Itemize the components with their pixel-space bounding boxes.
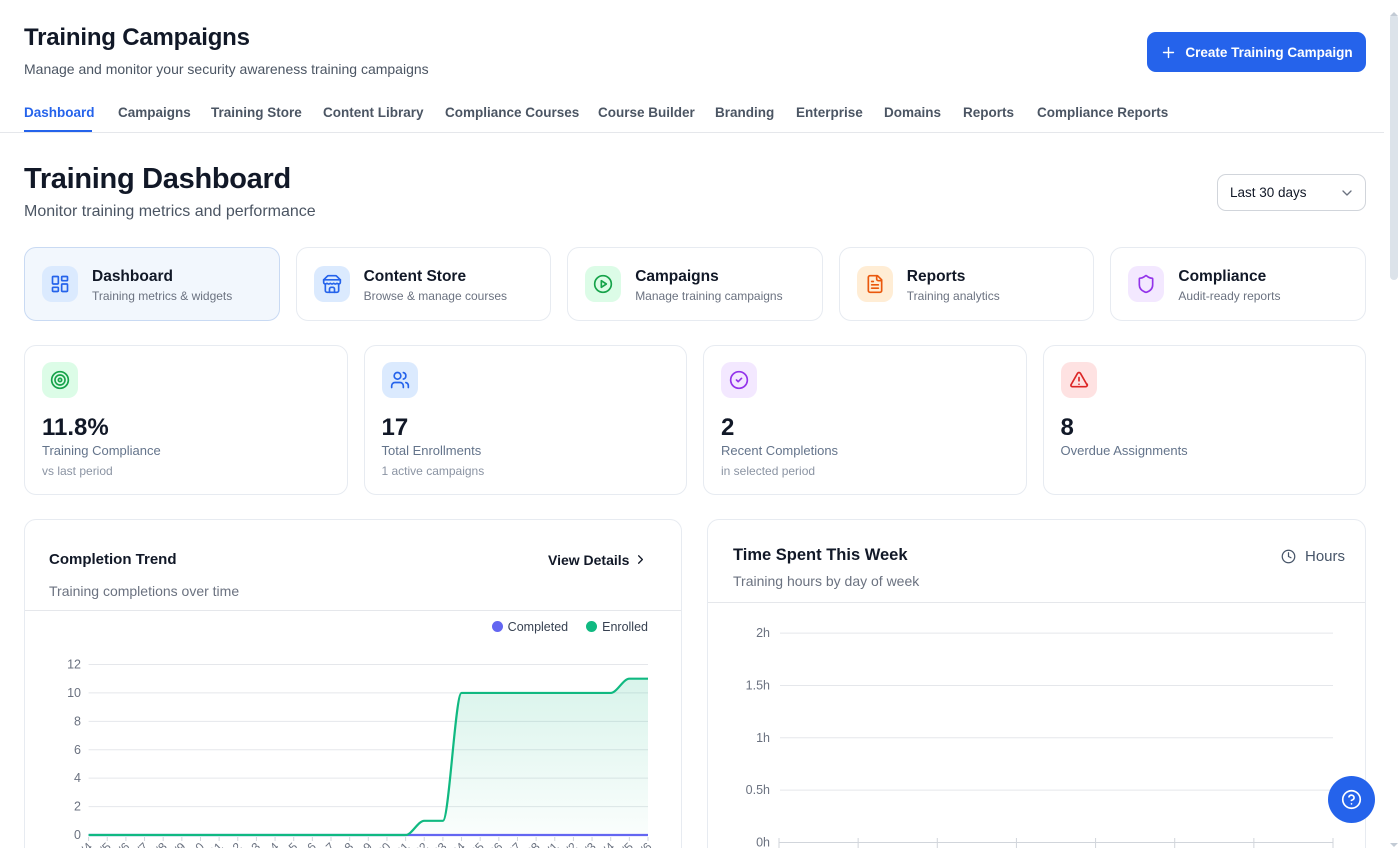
- svg-text:0h: 0h: [756, 836, 770, 848]
- svg-text:2/5: 2/5: [92, 839, 114, 848]
- svg-text:10: 10: [67, 686, 81, 700]
- svg-text:2h: 2h: [756, 626, 770, 640]
- svg-text:2/6: 2/6: [111, 839, 133, 848]
- svg-text:2/7: 2/7: [129, 839, 151, 848]
- svg-text:4: 4: [74, 771, 81, 785]
- svg-text:0: 0: [74, 828, 81, 842]
- svg-text:12: 12: [67, 658, 81, 672]
- svg-text:8: 8: [74, 714, 81, 728]
- svg-text:1.5h: 1.5h: [746, 678, 770, 692]
- svg-text:3/5: 3/5: [614, 839, 636, 848]
- svg-text:3/1: 3/1: [540, 839, 562, 848]
- svg-text:3/6: 3/6: [633, 839, 655, 848]
- svg-text:3/3: 3/3: [577, 839, 599, 848]
- svg-text:3/2: 3/2: [558, 839, 580, 848]
- svg-text:0.5h: 0.5h: [746, 783, 770, 797]
- svg-text:1h: 1h: [756, 731, 770, 745]
- svg-text:2: 2: [74, 800, 81, 814]
- svg-text:3/4: 3/4: [596, 839, 618, 848]
- svg-text:6: 6: [74, 743, 81, 757]
- svg-text:2/8: 2/8: [148, 839, 170, 848]
- svg-text:2/9: 2/9: [167, 839, 189, 848]
